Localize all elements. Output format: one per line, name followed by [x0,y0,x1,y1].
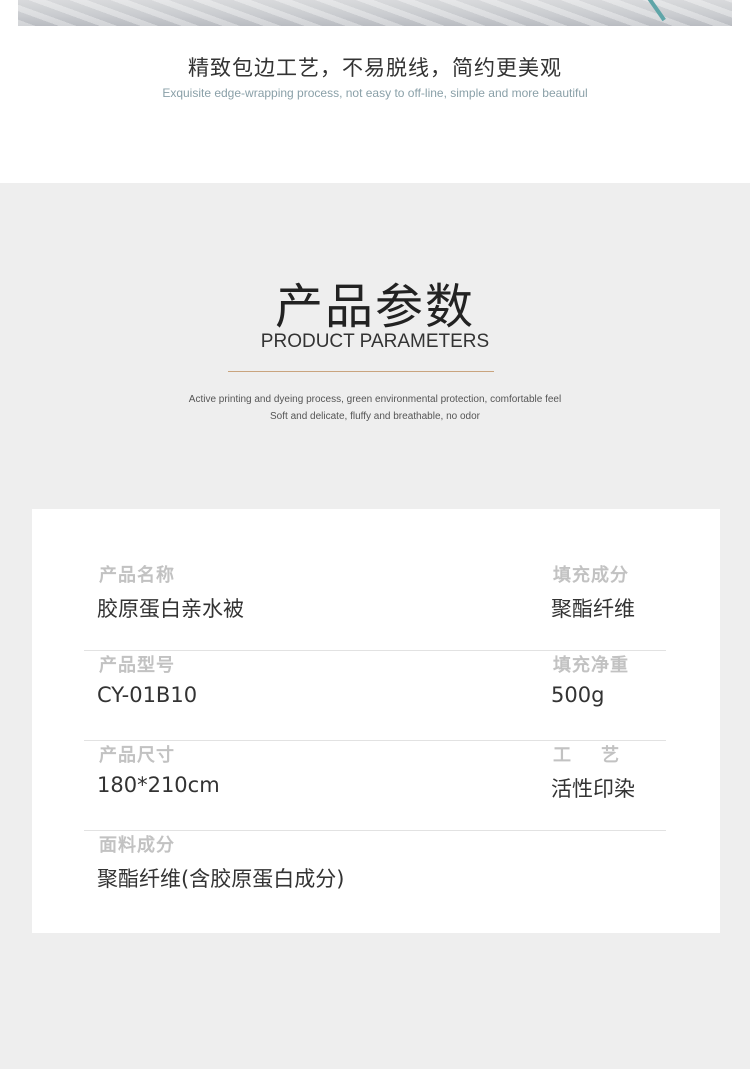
param-value: 胶原蛋白亲水被 [97,597,244,621]
feature-subtitle: Exquisite edge-wrapping process, not eas… [162,86,588,100]
param-value: 聚酯纤维 [551,597,635,621]
section-description-line-1: Active printing and dyeing process, gree… [188,394,562,405]
section-title: 产品参数 [274,279,475,335]
param-cell: 产品型号 CY-01B10 [97,651,197,707]
param-cell: 面料成分 聚酯纤维(含胶原蛋白成分) [97,831,344,893]
feature-title: 精致包边工艺，不易脱线，简约更美观 [188,56,562,80]
title-divider [228,371,494,372]
param-cell: 产品名称 胶原蛋白亲水被 [97,561,244,623]
parameters-card: 产品名称 胶原蛋白亲水被 填充成分 聚酯纤维 产品型号 CY-01B10 填充净… [32,509,720,933]
param-value: 聚酯纤维(含胶原蛋白成分) [97,867,345,891]
param-label: 产品型号 [99,655,175,676]
param-cell: 工 艺 活性印染 [551,741,635,803]
section-title-english: PRODUCT PARAMETERS [260,331,490,352]
param-row: 面料成分 聚酯纤维(含胶原蛋白成分) [84,831,666,921]
param-label: 工 艺 [553,745,621,766]
param-row: 产品名称 胶原蛋白亲水被 填充成分 聚酯纤维 [84,561,666,651]
param-label: 产品名称 [99,565,175,586]
param-cell: 填充成分 聚酯纤维 [551,561,635,623]
param-cell: 填充净重 500g [551,651,629,707]
param-label: 产品尺寸 [99,745,175,766]
section-description-line-2: Soft and delicate, fluffy and breathable… [270,411,480,422]
param-value: 500g [551,683,605,707]
product-parameters-section: 产品参数 PRODUCT PARAMETERS Active printing … [0,183,750,1069]
param-row: 产品尺寸 180*210cm 工 艺 活性印染 [84,741,666,831]
param-label: 填充净重 [553,655,629,676]
param-value: 活性印染 [551,777,635,801]
param-row: 产品型号 CY-01B10 填充净重 500g [84,651,666,741]
param-value: CY-01B10 [97,683,198,707]
param-label: 填充成分 [553,565,629,586]
param-label: 面料成分 [99,835,175,856]
param-value: 180*210cm [97,773,220,797]
param-cell: 产品尺寸 180*210cm [97,741,220,797]
product-photo-strip [18,0,732,26]
